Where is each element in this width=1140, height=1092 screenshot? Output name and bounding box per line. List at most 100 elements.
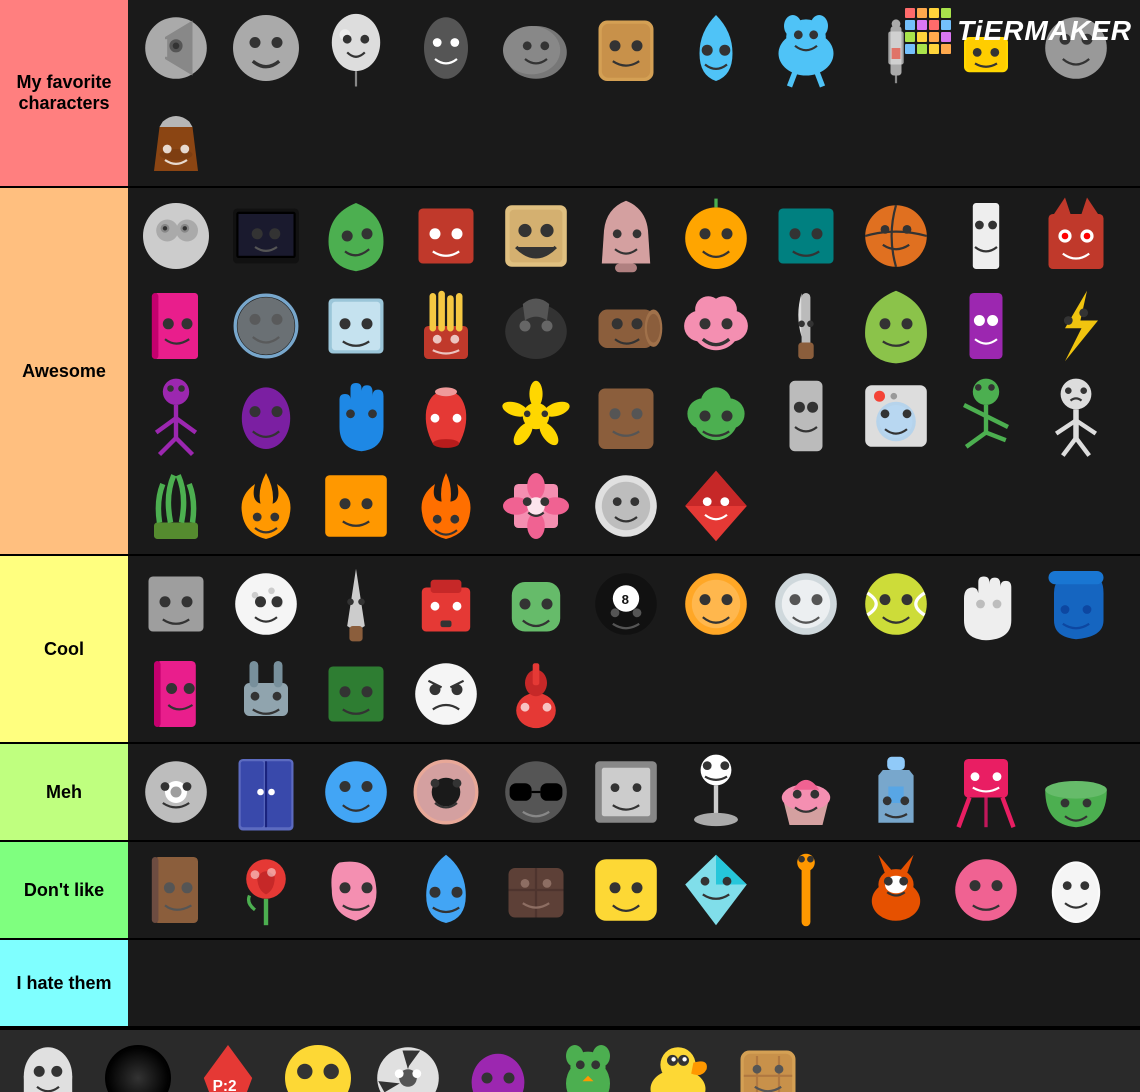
- char-megaphone: [132, 4, 220, 92]
- tier-label-dont-like: Don't like: [0, 842, 128, 938]
- char-pink-ball: [942, 846, 1030, 934]
- char-cd: [132, 748, 220, 836]
- char-fox: [852, 846, 940, 934]
- char-lime: [852, 282, 940, 370]
- tier-list: My favorite characters: [0, 0, 1140, 1092]
- tier-row-meh: Meh: [0, 744, 1140, 842]
- char-blue-hand: [312, 372, 400, 460]
- char-purple-grape: [222, 372, 310, 460]
- char-bowl: [1032, 748, 1120, 836]
- tier-label-cool: Cool: [0, 556, 128, 742]
- char-green-sq: [312, 650, 400, 738]
- char-knife2: [312, 560, 400, 648]
- svg-text:8: 8: [622, 592, 629, 607]
- char-green-clump: [672, 372, 760, 460]
- char-grass: [132, 462, 220, 550]
- char-log: [582, 282, 670, 370]
- char-button: [582, 462, 670, 550]
- char-orange-sq: [312, 462, 400, 550]
- char-red-diamond: [672, 462, 760, 550]
- tier-row-cool: Cool: [0, 556, 1140, 744]
- char-pink-book2: [132, 650, 220, 738]
- char-photo-frame: [582, 748, 670, 836]
- char-coffee-cup: [132, 94, 220, 182]
- char-pen: [402, 4, 490, 92]
- char-bubble: [222, 282, 310, 370]
- char-marble: [132, 192, 220, 280]
- char-blue-fist: [1032, 560, 1120, 648]
- char-8ball: 8: [582, 560, 670, 648]
- char-nickel: [762, 560, 850, 648]
- char-toast2: [724, 1034, 812, 1092]
- tiermaker-header: TiERMAKER: [905, 8, 1132, 54]
- char-purple-blob: [454, 1034, 542, 1092]
- char-fries: [402, 282, 490, 370]
- char-ice-cube: [312, 282, 400, 370]
- char-tv: [222, 192, 310, 280]
- char-rose: [222, 846, 310, 934]
- char-stick-orange: [762, 846, 850, 934]
- char-cabinet: [222, 748, 310, 836]
- char-yellow-sq: [582, 846, 670, 934]
- unranked-row: P:2: [0, 1028, 1140, 1092]
- char-pink-book: [132, 282, 220, 370]
- tier-label-my-fav: My favorite characters: [0, 0, 128, 186]
- char-book: [132, 846, 220, 934]
- char-white-ghost: [4, 1034, 92, 1092]
- char-blue-drop: [402, 846, 490, 934]
- char-white-rect: [942, 192, 1030, 280]
- char-pink-thing: [312, 846, 400, 934]
- char-black-bag: [492, 282, 580, 370]
- unranked-content: P:2: [0, 1030, 1140, 1092]
- char-green-run: [942, 372, 1030, 460]
- tier-row-awesome: Awesome: [0, 188, 1140, 556]
- tiermaker-text: TiERMAKER: [957, 15, 1132, 47]
- char-gray-sq: [132, 560, 220, 648]
- char-blue-dog: [762, 4, 850, 92]
- char-cupcake: [762, 748, 850, 836]
- tier-content-hate: [128, 940, 1140, 1026]
- char-tennis-ball: [852, 560, 940, 648]
- char-pink-fluff: [672, 282, 760, 370]
- char-fire: [222, 462, 310, 550]
- char-egg: [1032, 846, 1120, 934]
- char-lightning: [1032, 282, 1120, 370]
- char-rock: [492, 4, 580, 92]
- tier-content-cool: 8: [128, 556, 1140, 742]
- char-coiny: [672, 560, 760, 648]
- tier-content-meh: [128, 744, 1140, 840]
- char-toast: [582, 4, 670, 92]
- char-radioactive: [364, 1034, 452, 1092]
- logo-grid: [905, 8, 951, 54]
- char-flame2: [402, 462, 490, 550]
- char-leafy: [312, 192, 400, 280]
- char-purple-rect: [942, 282, 1030, 370]
- char-basketball: [852, 192, 940, 280]
- char-red-box: [402, 560, 490, 648]
- char-woody: [582, 372, 670, 460]
- char-purple-stick: [132, 372, 220, 460]
- char-golf-ball: [222, 560, 310, 648]
- char-green-bird: [544, 1034, 632, 1092]
- char-price-tag: P:2: [184, 1034, 272, 1092]
- tier-row-dont-like: Don't like: [0, 842, 1140, 940]
- tier-content-dont-like: [128, 842, 1140, 938]
- char-oj: [672, 4, 760, 92]
- tier-label-hate: I hate them: [0, 940, 128, 1026]
- char-duck: [634, 1034, 722, 1092]
- char-blue-ball: [312, 748, 400, 836]
- char-angry-man: [1032, 372, 1120, 460]
- tiermaker-logo: TiERMAKER: [905, 8, 1132, 54]
- tier-label-meh: Meh: [0, 744, 128, 840]
- tier-label-awesome: Awesome: [0, 188, 128, 554]
- char-gray-rect: [762, 372, 850, 460]
- tier-row-hate: I hate them: [0, 940, 1140, 1028]
- char-knife-grey: [762, 282, 850, 370]
- char-orange: [672, 192, 760, 280]
- char-laughy: [492, 192, 580, 280]
- char-white-glove: [942, 560, 1030, 648]
- char-flower-star: [492, 372, 580, 460]
- char-washing-machine: [852, 372, 940, 460]
- char-lamp: [672, 748, 760, 836]
- char-red-cube: [402, 192, 490, 280]
